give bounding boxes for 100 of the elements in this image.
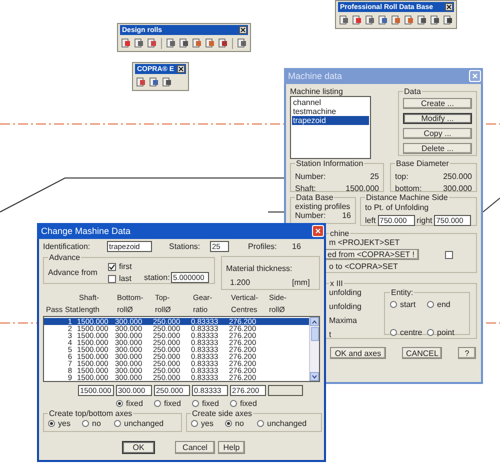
- toolbar-button[interactable]: [135, 76, 147, 88]
- profile-line: [482, 198, 500, 212]
- radio-button[interactable]: [427, 301, 434, 308]
- close-icon: [315, 228, 321, 234]
- group-label: Base Diameter: [395, 159, 450, 168]
- close-icon: [240, 27, 246, 33]
- toolbar-button[interactable]: [178, 37, 190, 49]
- toolbar-button[interactable]: [351, 14, 363, 26]
- toolbar-button[interactable]: [442, 14, 454, 26]
- radio-button[interactable]: [82, 420, 89, 427]
- toolbar-button[interactable]: [217, 37, 229, 49]
- field-label: right: [416, 216, 432, 225]
- group-label: x III: [329, 279, 344, 288]
- toolbar-button[interactable]: [338, 14, 350, 26]
- dialog-button[interactable]: Copy ...: [403, 128, 472, 139]
- option-label: yes: [58, 419, 70, 428]
- list-item[interactable]: trapezoid: [292, 116, 369, 125]
- dialog-button[interactable]: CANCEL: [402, 347, 442, 359]
- list-label: Machine listing: [290, 87, 344, 96]
- group-label: Distance Machine Side: [365, 193, 449, 202]
- radio-button[interactable]: [114, 420, 121, 427]
- field-value: 16: [292, 242, 301, 251]
- toolbar-button[interactable]: [377, 14, 389, 26]
- checkbox[interactable]: [108, 274, 116, 282]
- group-label: Create side axes: [191, 409, 254, 418]
- close-button[interactable]: [177, 65, 186, 73]
- field-label: top:: [395, 172, 408, 181]
- window-title: Change Mashine Data: [41, 226, 132, 236]
- radio-button[interactable]: [154, 400, 161, 407]
- option-label: Maxima: [329, 316, 358, 325]
- radio-button[interactable]: [230, 400, 237, 407]
- group-text: existing profiles: [295, 202, 350, 211]
- option-label: unchanged: [124, 419, 164, 428]
- close-button[interactable]: [239, 26, 247, 34]
- option-label: fixed: [126, 399, 143, 408]
- toolbar-button[interactable]: [236, 37, 248, 49]
- dialog-button[interactable]: OK and axes: [330, 347, 386, 359]
- group-label: Entity:: [390, 288, 414, 297]
- toolbar-button[interactable]: [364, 14, 376, 26]
- unit-label: [mm]: [292, 278, 310, 287]
- toolbar-button[interactable]: [120, 37, 132, 49]
- dialog-button[interactable]: Help: [218, 441, 245, 454]
- group-label: chine: [329, 229, 350, 238]
- group-label: Create top/bottom axes: [48, 409, 134, 418]
- toolbar-button[interactable]: [146, 37, 158, 49]
- field-label: Advance from: [48, 268, 98, 277]
- field-label: Number:: [295, 172, 326, 181]
- group-text: m <PROJEKT>SET: [329, 238, 401, 247]
- option-label: fixed: [202, 399, 219, 408]
- toolbar-button[interactable]: [165, 37, 177, 49]
- option-label: fixed: [240, 399, 257, 408]
- group-label: Advance: [48, 253, 82, 262]
- group-text: to Pt. of Unfolding: [365, 203, 429, 212]
- window-title: Machine data: [288, 71, 344, 81]
- field-label: Number:: [295, 211, 326, 220]
- field-value: 250.000: [443, 172, 472, 181]
- radio-button[interactable]: [191, 420, 198, 427]
- list-item[interactable]: channel: [292, 98, 369, 107]
- field-label: Stations:: [169, 242, 202, 251]
- option-label: end: [437, 300, 450, 309]
- dialog-button[interactable]: OK: [122, 441, 155, 454]
- field-value: 1500.000: [346, 184, 379, 193]
- field-value: 300.000: [443, 184, 472, 193]
- field-value: 1.200: [230, 278, 250, 287]
- toolbar-button[interactable]: [416, 14, 428, 26]
- radio-button[interactable]: [116, 400, 123, 407]
- checkbox[interactable]: [108, 262, 116, 270]
- field-label: Profiles:: [248, 242, 278, 251]
- option-label: point: [437, 328, 454, 337]
- option-label: start: [400, 300, 416, 309]
- dialog-button[interactable]: ed from <COPRA>SET !: [323, 249, 419, 260]
- group-text: o to <COPRA>SET: [329, 262, 399, 271]
- radio-button[interactable]: [192, 400, 199, 407]
- dialog-button[interactable]: Cancel: [175, 441, 215, 454]
- toolbar-button[interactable]: [148, 76, 160, 88]
- dialog-button[interactable]: Delete ...: [403, 143, 472, 154]
- checkbox[interactable]: [445, 250, 453, 258]
- list-item[interactable]: testmachine: [292, 107, 369, 116]
- toolbar-button[interactable]: [429, 14, 441, 26]
- group-label: Station Information: [295, 159, 364, 168]
- close-button[interactable]: [445, 3, 453, 11]
- toolbar-button[interactable]: [133, 37, 145, 49]
- dialog-button[interactable]: ?: [458, 347, 476, 359]
- dialog-button[interactable]: Create ...: [403, 98, 472, 109]
- radio-button[interactable]: [390, 329, 397, 336]
- radio-button[interactable]: [390, 301, 397, 308]
- field-label: Shaft:: [295, 184, 316, 193]
- field-value: 25: [370, 172, 379, 181]
- radio-button[interactable]: [257, 420, 264, 427]
- radio-button[interactable]: [225, 420, 232, 427]
- option-label: t: [329, 330, 332, 339]
- radio-button[interactable]: [48, 420, 55, 427]
- option-label: no: [92, 419, 101, 428]
- toolbar-button[interactable]: [161, 76, 173, 88]
- field-label: left: [365, 216, 376, 225]
- field-value: 16: [342, 211, 351, 220]
- radio-button[interactable]: [427, 329, 434, 336]
- dialog-button[interactable]: Modify ...: [403, 113, 472, 124]
- close-icon: [472, 73, 478, 79]
- scrollbar[interactable]: [309, 317, 319, 381]
